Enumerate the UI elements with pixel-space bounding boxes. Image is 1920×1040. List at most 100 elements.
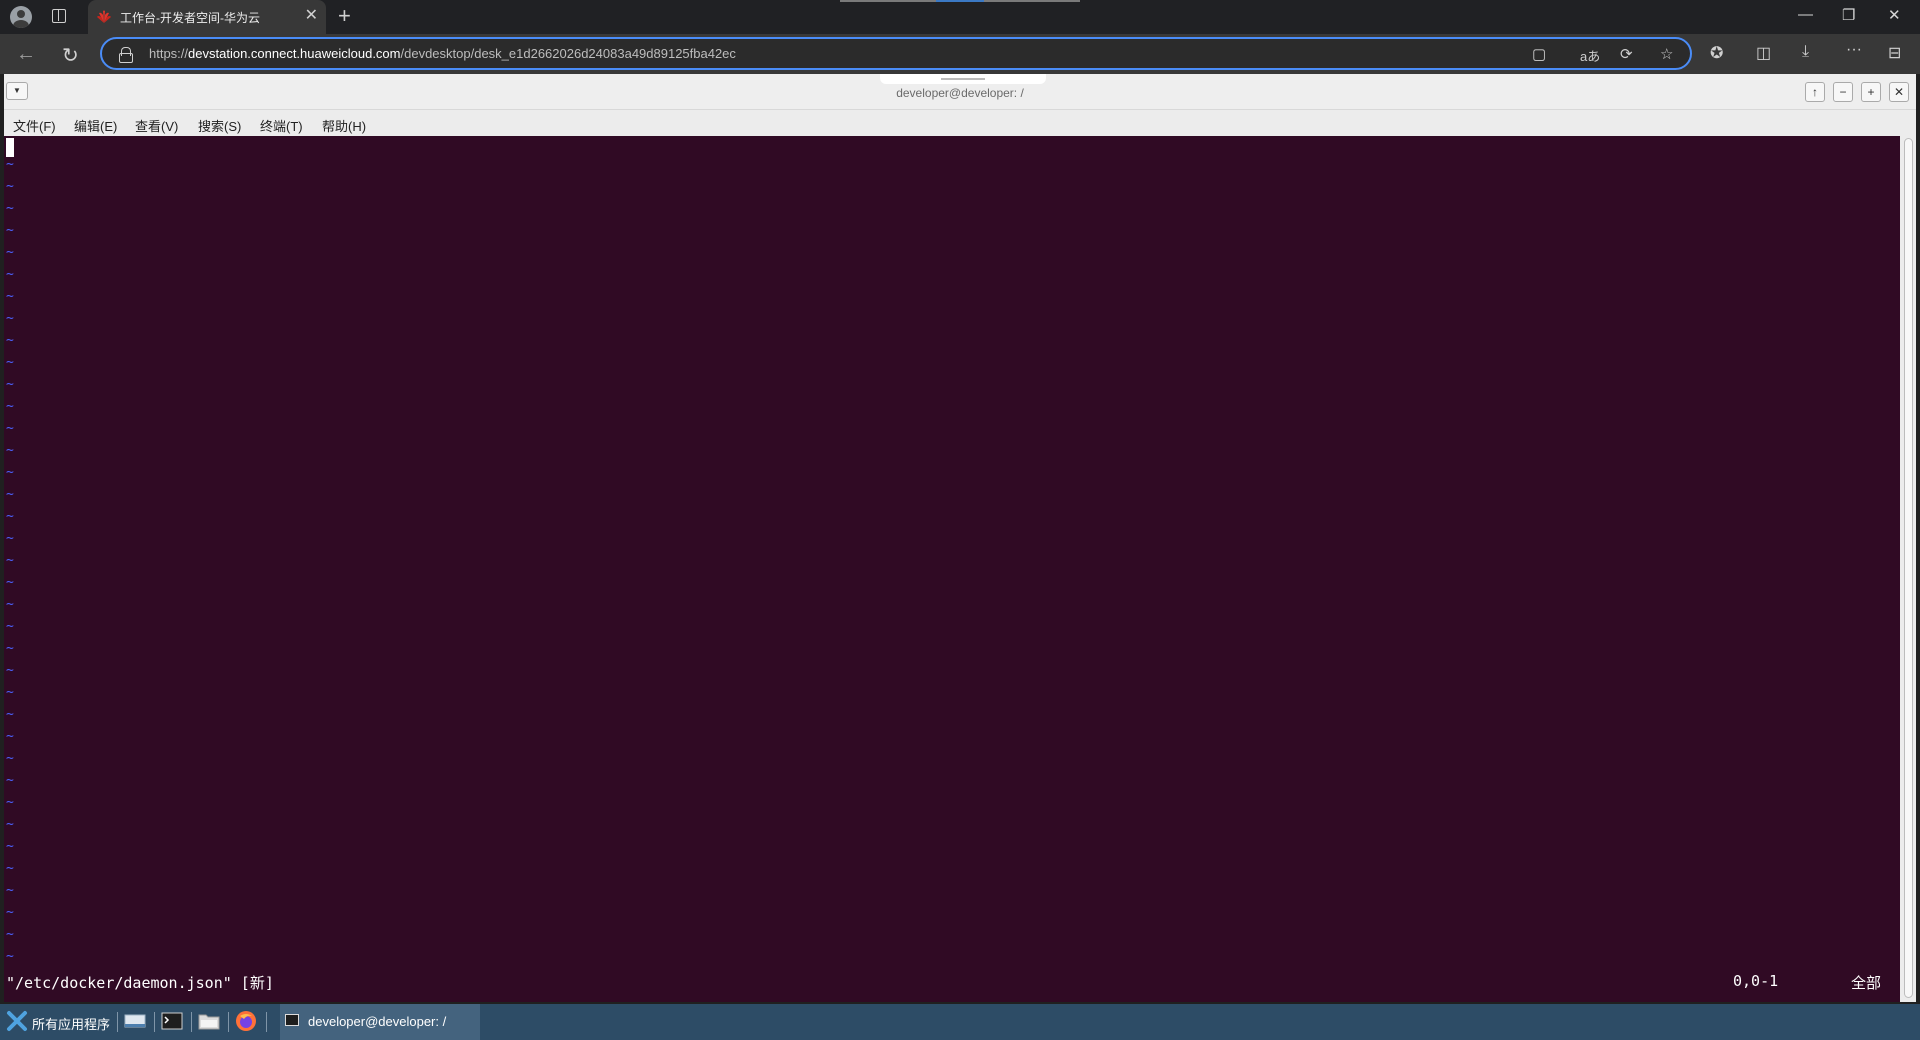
tab-actions-icon[interactable] <box>52 9 66 23</box>
window-minimize-button[interactable]: — <box>1798 6 1813 23</box>
vim-empty-line-marker: ~ <box>6 421 14 436</box>
vim-status-position: 0,0-1 <box>1733 972 1779 990</box>
taskbar-task-label: developer@developer: / <box>308 1014 447 1029</box>
vim-empty-line-marker: ~ <box>6 575 14 590</box>
sidebar-icon[interactable]: ⊟ <box>1888 43 1901 63</box>
huawei-logo-icon <box>97 10 111 23</box>
profile-avatar[interactable] <box>10 6 32 28</box>
vim-empty-line-marker: ~ <box>6 773 14 788</box>
vim-empty-line-marker: ~ <box>6 663 14 678</box>
terminal-menubar: 文件(F) 编辑(E) 查看(V) 搜索(S) 终端(T) 帮助(H) <box>4 110 1916 136</box>
terminal-maximize-button[interactable]: + <box>1861 82 1881 102</box>
vim-empty-line-marker: ~ <box>6 311 14 326</box>
vim-empty-line-marker: ~ <box>6 685 14 700</box>
vim-empty-line-marker: ~ <box>6 179 14 194</box>
vim-empty-line-marker: ~ <box>6 245 14 260</box>
vim-empty-line-marker: ~ <box>6 927 14 942</box>
translate-icon[interactable]: aあ <box>1580 46 1600 65</box>
remote-drag-handle[interactable] <box>880 74 1046 84</box>
vim-empty-line-marker: ~ <box>6 839 14 854</box>
vim-empty-line-marker: ~ <box>6 883 14 898</box>
more-menu-icon[interactable]: ··· <box>1846 41 1862 59</box>
vim-empty-line-marker: ~ <box>6 201 14 216</box>
vim-empty-line-marker: ~ <box>6 333 14 348</box>
firefox-launcher-icon[interactable] <box>235 1010 257 1032</box>
vim-status-filename: "/etc/docker/daemon.json" [新] <box>6 974 274 992</box>
files-launcher-icon[interactable] <box>198 1012 220 1030</box>
app-menu-icon[interactable] <box>6 1010 28 1032</box>
vim-status-scroll: 全部 <box>1851 974 1882 992</box>
vim-empty-line-marker: ~ <box>6 289 14 304</box>
refresh-extension-icon[interactable]: ⟳ <box>1620 45 1633 63</box>
terminal-launcher-icon[interactable] <box>161 1012 183 1030</box>
terminal-vim-area[interactable]: "/etc/docker/daemon.json" [新] 0,0-1 全部 ~… <box>4 136 1900 1002</box>
reload-button[interactable]: ↻ <box>62 43 79 68</box>
downloads-icon[interactable]: ⤓ <box>1802 43 1809 61</box>
split-screen-icon[interactable]: ◫ <box>1756 43 1771 63</box>
vim-empty-line-marker: ~ <box>6 157 14 172</box>
back-button[interactable]: ← <box>16 43 36 66</box>
menu-search[interactable]: 搜索(S) <box>198 116 241 135</box>
menu-help[interactable]: 帮助(H) <box>322 116 366 135</box>
keep-above-button[interactable]: ↑ <box>1805 82 1825 102</box>
terminal-scrollbar[interactable] <box>1901 136 1916 1002</box>
new-tab-button[interactable]: + <box>338 3 351 29</box>
terminal-window: ▼ developer@developer: / ↑ − + ✕ 文件(F) 编… <box>4 74 1916 1002</box>
show-desktop-icon[interactable] <box>124 1012 146 1030</box>
menu-edit[interactable]: 编辑(E) <box>74 116 117 135</box>
vim-empty-line-marker: ~ <box>6 355 14 370</box>
taskbar-separator <box>228 1012 229 1032</box>
terminal-window-title: developer@developer: / <box>896 86 1024 100</box>
taskbar-separator <box>154 1012 155 1032</box>
tab-close-icon[interactable]: ✕ <box>305 7 318 25</box>
menu-terminal[interactable]: 终端(T) <box>260 116 303 135</box>
desktop-taskbar: 所有应用程序 developer@developer: / <box>0 1004 1920 1040</box>
vim-empty-line-marker: ~ <box>6 619 14 634</box>
taskbar-task-terminal[interactable]: developer@developer: / <box>280 1004 480 1040</box>
tab-title: 工作台-开发者空间-华为云 <box>120 11 260 25</box>
tab-action-icon[interactable]: ▢ <box>1532 45 1546 63</box>
vim-empty-line-marker: ~ <box>6 817 14 832</box>
vim-empty-line-marker: ~ <box>6 861 14 876</box>
favorite-star-icon[interactable]: ☆ <box>1660 45 1673 63</box>
vim-empty-line-marker: ~ <box>6 641 14 656</box>
vim-empty-line-marker: ~ <box>6 597 14 612</box>
vim-empty-line-marker: ~ <box>6 531 14 546</box>
address-url[interactable]: https://devstation.connect.huaweicloud.c… <box>149 46 736 61</box>
vim-empty-line-marker: ~ <box>6 751 14 766</box>
menu-file[interactable]: 文件(F) <box>13 116 56 135</box>
browser-toolbar: ← ↻ https://devstation.connect.huaweiclo… <box>0 34 1920 74</box>
scrollbar-thumb[interactable] <box>1904 138 1913 998</box>
window-restore-button[interactable]: ❐ <box>1842 6 1855 24</box>
lock-icon[interactable] <box>119 47 133 63</box>
vim-empty-line-marker: ~ <box>6 949 14 964</box>
terminal-minimize-button[interactable]: − <box>1833 82 1853 102</box>
terminal-titlebar[interactable]: ▼ developer@developer: / ↑ − + ✕ <box>4 74 1916 110</box>
vim-empty-line-marker: ~ <box>6 707 14 722</box>
vim-empty-line-marker: ~ <box>6 223 14 238</box>
vim-empty-line-marker: ~ <box>6 399 14 414</box>
vim-empty-line-marker: ~ <box>6 795 14 810</box>
address-bar[interactable]: https://devstation.connect.huaweicloud.c… <box>100 37 1692 70</box>
taskbar-separator <box>117 1012 118 1032</box>
vim-empty-line-marker: ~ <box>6 553 14 568</box>
terminal-close-button[interactable]: ✕ <box>1889 82 1909 102</box>
menu-view[interactable]: 查看(V) <box>135 116 178 135</box>
taskbar-separator <box>266 1012 267 1032</box>
vim-empty-line-marker: ~ <box>6 509 14 524</box>
top-strip <box>840 0 936 2</box>
vim-empty-line-marker: ~ <box>6 487 14 502</box>
vim-empty-line-marker: ~ <box>6 267 14 282</box>
extensions-icon[interactable]: ✪ <box>1710 43 1723 63</box>
browser-tab-bar: 工作台-开发者空间-华为云 ✕ + — ❐ ✕ <box>0 0 1920 34</box>
vim-empty-line-marker: ~ <box>6 443 14 458</box>
top-strip-accent <box>936 0 984 2</box>
terminal-task-icon <box>285 1014 299 1026</box>
vim-empty-line-marker: ~ <box>6 465 14 480</box>
app-menu-label[interactable]: 所有应用程序 <box>32 1014 110 1033</box>
vim-empty-line-marker: ~ <box>6 905 14 920</box>
vim-empty-line-marker: ~ <box>6 377 14 392</box>
tab-active[interactable]: 工作台-开发者空间-华为云 ✕ <box>88 0 326 34</box>
window-close-button[interactable]: ✕ <box>1888 6 1901 24</box>
vim-empty-line-marker: ~ <box>6 729 14 744</box>
